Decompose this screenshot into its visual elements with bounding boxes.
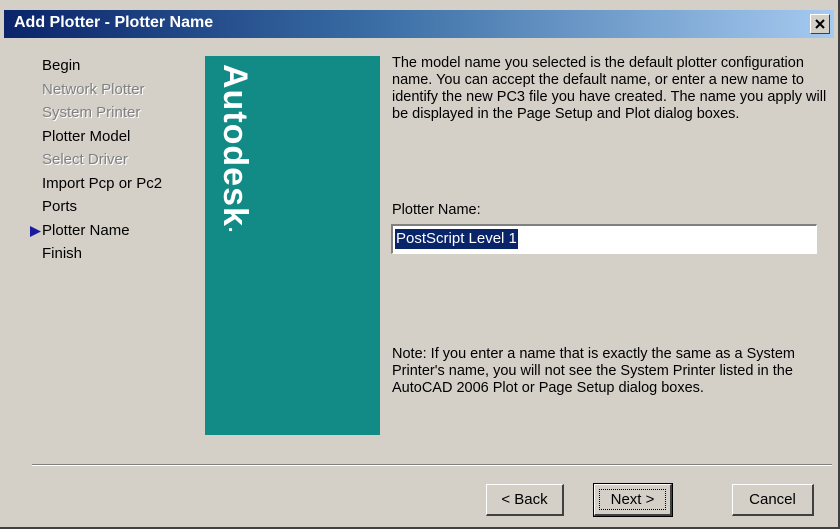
plotter-name-label: Plotter Name:: [392, 202, 481, 218]
step-import-pcp: Import Pcp or Pc2: [30, 172, 200, 196]
step-label: Import Pcp or Pc2: [42, 174, 163, 192]
autodesk-banner: Autodesk.: [205, 56, 380, 435]
add-plotter-dialog: Add Plotter - Plotter Name Begin Network…: [0, 0, 840, 529]
divider: [32, 464, 832, 466]
close-button[interactable]: [810, 14, 830, 34]
step-select-driver: Select Driver: [30, 148, 200, 172]
step-ports: Ports: [30, 195, 200, 219]
title-bar[interactable]: Add Plotter - Plotter Name: [4, 10, 834, 38]
close-icon: [815, 19, 825, 29]
focus-rect: [599, 489, 666, 510]
step-label: Ports: [42, 198, 78, 215]
step-label: Network Plotter: [42, 80, 145, 98]
step-label: Begin: [42, 57, 81, 74]
step-plotter-name: Plotter Name: [30, 219, 200, 243]
step-label: Plotter Model: [42, 127, 131, 145]
step-begin: Begin: [30, 54, 200, 78]
step-label: Plotter Name: [42, 221, 130, 239]
plotter-name-value: PostScript Level 1: [395, 229, 518, 249]
window-title: Add Plotter - Plotter Name: [14, 14, 214, 31]
description-text: The model name you selected is the defau…: [392, 55, 827, 122]
step-label: Select Driver: [42, 151, 128, 168]
step-finish: Finish: [30, 242, 200, 266]
step-plotter-model: Plotter Model: [30, 125, 200, 149]
back-button[interactable]: < Back: [486, 484, 564, 516]
step-system-printer: System Printer: [30, 101, 200, 125]
plotter-name-input[interactable]: PostScript Level 1: [391, 224, 817, 254]
step-label: System Printer: [42, 104, 141, 121]
note-text: Note: If you enter a name that is exactl…: [392, 346, 795, 396]
cancel-button[interactable]: Cancel: [732, 484, 814, 516]
current-step-arrow-icon: [30, 225, 41, 237]
next-button[interactable]: Next >: [593, 483, 673, 517]
wizard-steps: Begin Network Plotter System Printer Plo…: [30, 54, 200, 266]
step-network-plotter: Network Plotter: [30, 78, 200, 102]
autodesk-logo: Autodesk.: [216, 64, 254, 234]
step-label: Finish: [42, 245, 83, 262]
